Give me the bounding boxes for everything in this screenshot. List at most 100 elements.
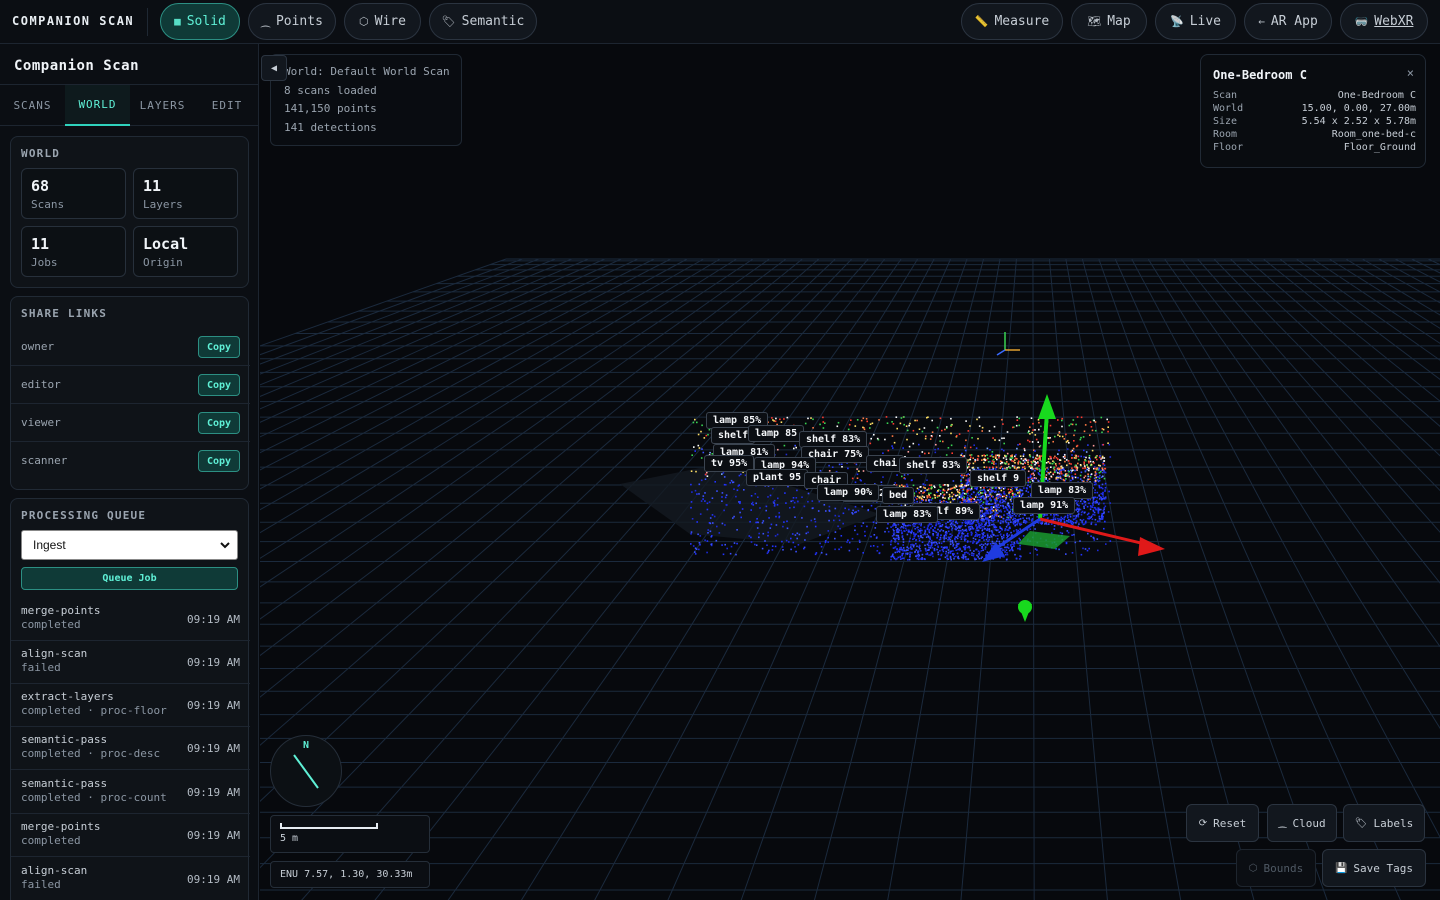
copy-viewer-button[interactable]: Copy xyxy=(198,412,240,434)
detail-value: One-Bedroom C xyxy=(1337,90,1416,101)
collapse-sidebar-button[interactable]: ◀ xyxy=(261,55,287,81)
job-status: failed xyxy=(21,661,61,674)
stat-value: 68 xyxy=(31,177,50,195)
scale-bar: 5 m xyxy=(270,815,430,853)
job-time: 09:19 AM xyxy=(187,699,240,712)
compass-needle-icon xyxy=(293,754,319,789)
processing-queue-card: PROCESSING QUEUE Ingest Queue Job merge-… xyxy=(10,498,250,900)
job-status: completed xyxy=(21,834,81,847)
job-time: 09:19 AM xyxy=(187,873,240,886)
labels-toggle-button[interactable]: 🏷 Labels xyxy=(1343,804,1425,842)
close-icon[interactable]: × xyxy=(1407,66,1414,80)
detection-label[interactable]: plant 95 xyxy=(746,469,809,486)
share-row-owner: owner Copy xyxy=(11,328,250,366)
bounds-toggle-button[interactable]: ⬡ Bounds xyxy=(1236,849,1316,887)
job-row[interactable]: align-scan failed 09:19 AM xyxy=(11,641,250,684)
detail-key: Floor xyxy=(1213,142,1244,153)
detection-label[interactable]: lamp 90% xyxy=(817,484,880,501)
save-tags-button[interactable]: 💾 Save Tags xyxy=(1322,849,1426,887)
job-name: align-scan xyxy=(21,647,88,660)
mode-label: Solid xyxy=(186,14,226,29)
copy-scanner-button[interactable]: Copy xyxy=(198,450,240,472)
mode-wire-button[interactable]: ⬡ Wire xyxy=(344,3,421,40)
stat-value: 11 xyxy=(143,177,162,195)
job-row[interactable]: merge-points completed 09:19 AM xyxy=(11,814,250,857)
queue-job-button[interactable]: Queue Job xyxy=(21,567,238,590)
3d-viewport[interactable]: World: Default World Scan 8 scans loaded… xyxy=(260,44,1440,900)
webxr-link[interactable]: 🥽 WebXR xyxy=(1340,3,1428,40)
job-type-select[interactable]: Ingest xyxy=(21,530,238,560)
mode-semantic-button[interactable]: 🏷 Semantic xyxy=(429,3,537,40)
info-line: 8 scans loaded xyxy=(284,84,377,97)
detail-title: One-Bedroom C xyxy=(1213,68,1307,82)
top-bar: COMPANION SCAN ■ Solid ⁔ Points ⬡ Wire 🏷… xyxy=(0,0,1440,44)
button-label: Reset xyxy=(1213,816,1247,830)
share-row-editor: editor Copy xyxy=(11,366,250,404)
world-heading: WORLD xyxy=(21,147,61,160)
info-line: 141,150 points xyxy=(284,102,377,115)
copy-editor-button[interactable]: Copy xyxy=(198,374,240,396)
info-line: World: Default World Scan xyxy=(284,65,450,78)
floor-grid xyxy=(260,258,1440,900)
measure-button[interactable]: 📏 Measure xyxy=(961,3,1063,40)
detection-label[interactable]: lamp 85 xyxy=(748,425,805,442)
tab-layers[interactable]: LAYERS xyxy=(130,85,195,126)
share-role: scanner xyxy=(21,454,68,467)
tab-scans[interactable]: SCANS xyxy=(0,85,65,126)
tool-label: Map xyxy=(1107,14,1131,29)
detection-label[interactable]: shelf 9 xyxy=(970,470,1027,487)
map-button[interactable]: 🗺 Map xyxy=(1071,3,1147,40)
mode-points-button[interactable]: ⁔ Points xyxy=(248,3,336,40)
point-cloud-scene[interactable] xyxy=(260,44,1440,900)
job-status: completed · proc-count xyxy=(21,791,167,804)
button-label: Bounds xyxy=(1263,861,1304,875)
tab-edit[interactable]: EDIT xyxy=(195,85,258,126)
share-links-card: SHARE LINKS owner Copy editor Copy viewe… xyxy=(10,296,250,490)
detail-value: 15.00, 0.00, 27.00m xyxy=(1301,103,1416,114)
detection-label[interactable]: lamp 83% xyxy=(876,506,939,523)
select-value: Ingest xyxy=(33,538,66,552)
compass[interactable]: N xyxy=(270,735,342,807)
job-name: semantic-pass xyxy=(21,733,108,746)
job-row[interactable]: align-scan failed 09:19 AM xyxy=(11,858,250,900)
chevron-down-icon xyxy=(220,542,230,549)
detail-value: Room_one-bed-c xyxy=(1331,129,1416,140)
ar-app-button[interactable]: ← AR App xyxy=(1244,3,1332,40)
scale-label: 5 m xyxy=(280,833,299,844)
job-row[interactable]: semantic-pass completed · proc-desc 09:1… xyxy=(11,727,250,770)
job-time: 09:19 AM xyxy=(187,613,240,626)
tab-world[interactable]: WORLD xyxy=(65,85,130,126)
detection-label[interactable]: lamp 91% xyxy=(1013,497,1076,514)
stat-label: Origin xyxy=(143,256,183,269)
share-heading: SHARE LINKS xyxy=(21,307,108,320)
job-name: merge-points xyxy=(21,604,101,617)
job-row[interactable]: merge-points completed 09:19 AM xyxy=(11,598,250,641)
detection-label[interactable]: bed xyxy=(882,487,915,504)
ruler-icon: 📏 xyxy=(974,15,989,28)
stat-origin: Local Origin xyxy=(133,226,238,277)
arrow-left-icon: ← xyxy=(1258,15,1265,28)
button-label: Cloud xyxy=(1292,816,1326,830)
sidebar: Companion Scan SCANS WORLD LAYERS EDIT W… xyxy=(0,44,259,900)
job-row[interactable]: semantic-pass completed · proc-count 09:… xyxy=(11,771,250,814)
button-label: Save Tags xyxy=(1353,861,1414,875)
mode-label: Points xyxy=(275,14,323,29)
cloud-toggle-button[interactable]: ⁔ Cloud xyxy=(1267,804,1337,842)
job-status: completed · proc-desc xyxy=(21,747,161,760)
points-icon: ⁔ xyxy=(261,15,270,28)
share-role: viewer xyxy=(21,416,61,429)
detection-label[interactable]: shelf 83% xyxy=(899,457,968,474)
world-card: WORLD 68 Scans 11 Layers 11 Jobs Local O… xyxy=(10,136,249,288)
job-status: completed xyxy=(21,618,81,631)
job-row[interactable]: extract-layers completed · proc-floor 09… xyxy=(11,684,250,727)
tool-label: Live xyxy=(1189,14,1221,29)
job-time: 09:19 AM xyxy=(187,656,240,669)
live-button[interactable]: 📡 Live xyxy=(1155,3,1236,40)
tool-label: AR App xyxy=(1270,14,1318,29)
reset-view-button[interactable]: ⟳ Reset xyxy=(1186,804,1259,842)
copy-owner-button[interactable]: Copy xyxy=(198,336,240,358)
chevron-left-icon: ◀ xyxy=(270,62,278,74)
info-line: 141 detections xyxy=(284,121,377,134)
divider xyxy=(147,8,148,36)
mode-solid-button[interactable]: ■ Solid xyxy=(160,3,240,40)
